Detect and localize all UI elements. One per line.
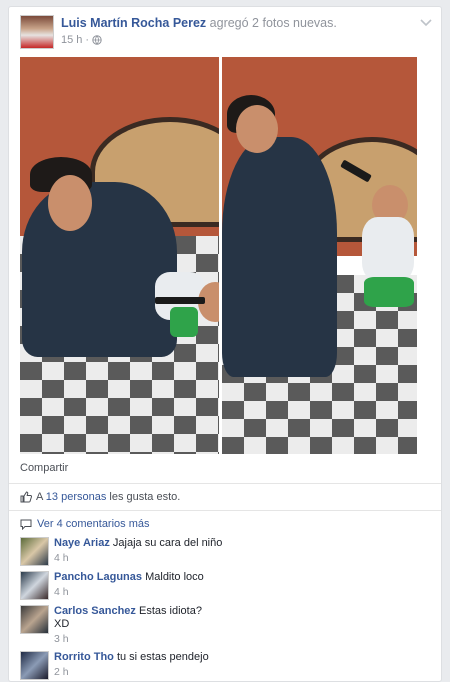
author-name-link[interactable]: Luis Martín Rocha Perez [61, 16, 206, 30]
commenter-name-link[interactable]: Pancho Lagunas [54, 571, 142, 583]
commenter-avatar[interactable] [20, 571, 49, 600]
chevron-down-icon[interactable] [420, 17, 432, 27]
post-meta: 15 h · [61, 34, 102, 46]
comment-text-line2: XD [54, 618, 70, 630]
photo-man [22, 182, 177, 357]
photo-gun [155, 297, 205, 304]
view-more-comments-link[interactable]: Ver 4 comentarios más [20, 518, 150, 530]
comment-text: Estas idiota? [138, 605, 202, 617]
divider [9, 483, 441, 484]
globe-icon [92, 35, 102, 45]
comment-timestamp[interactable]: 4 h [54, 586, 204, 599]
photo-man-face [236, 105, 278, 153]
author-avatar[interactable] [20, 15, 54, 49]
photo-baby [362, 217, 414, 282]
post-timestamp[interactable]: 15 h [61, 34, 82, 46]
view-more-comments-label: Ver 4 comentarios más [37, 518, 150, 530]
divider [9, 510, 441, 511]
commenter-name-link[interactable]: Rorrito Tho [54, 651, 114, 663]
likes-summary: A 13 personas les gusta esto. [20, 491, 180, 503]
likes-suffix: les gusta esto. [106, 491, 181, 503]
comment-timestamp[interactable]: 4 h [54, 552, 222, 565]
post-photo-2[interactable] [222, 57, 417, 454]
commenter-avatar[interactable] [20, 651, 49, 680]
comment-text: tu si estas pendejo [116, 651, 209, 663]
commenter-avatar[interactable] [20, 605, 49, 634]
meta-separator: · [85, 34, 90, 46]
photo-man-face [48, 175, 92, 231]
comment-timestamp[interactable]: 3 h [54, 633, 202, 646]
likes-count-link[interactable]: 13 personas [46, 491, 107, 503]
thumbs-up-icon [20, 491, 32, 503]
commenter-name-link[interactable]: Naye Ariaz [54, 537, 110, 549]
speech-bubble-icon [20, 519, 32, 530]
post-action-text: agregó 2 fotos nuevas. [206, 16, 337, 30]
comment-timestamp[interactable]: 2 h [54, 666, 209, 679]
photo-man [222, 137, 337, 377]
photo-baby-pants [364, 277, 414, 307]
share-link[interactable]: Compartir [20, 462, 68, 474]
likes-prefix: A [36, 491, 46, 503]
commenter-avatar[interactable] [20, 537, 49, 566]
comment-text: Jajaja su cara del niño [112, 537, 223, 549]
comment-text: Maldito loco [145, 571, 204, 583]
photo-baby-pants [170, 307, 198, 337]
feed-post: Luis Martín Rocha Perez agregó 2 fotos n… [8, 6, 442, 682]
commenter-name-link[interactable]: Carlos Sanchez [54, 605, 136, 617]
post-header: Luis Martín Rocha Perez agregó 2 fotos n… [61, 16, 337, 30]
post-photo-1[interactable] [20, 57, 219, 454]
